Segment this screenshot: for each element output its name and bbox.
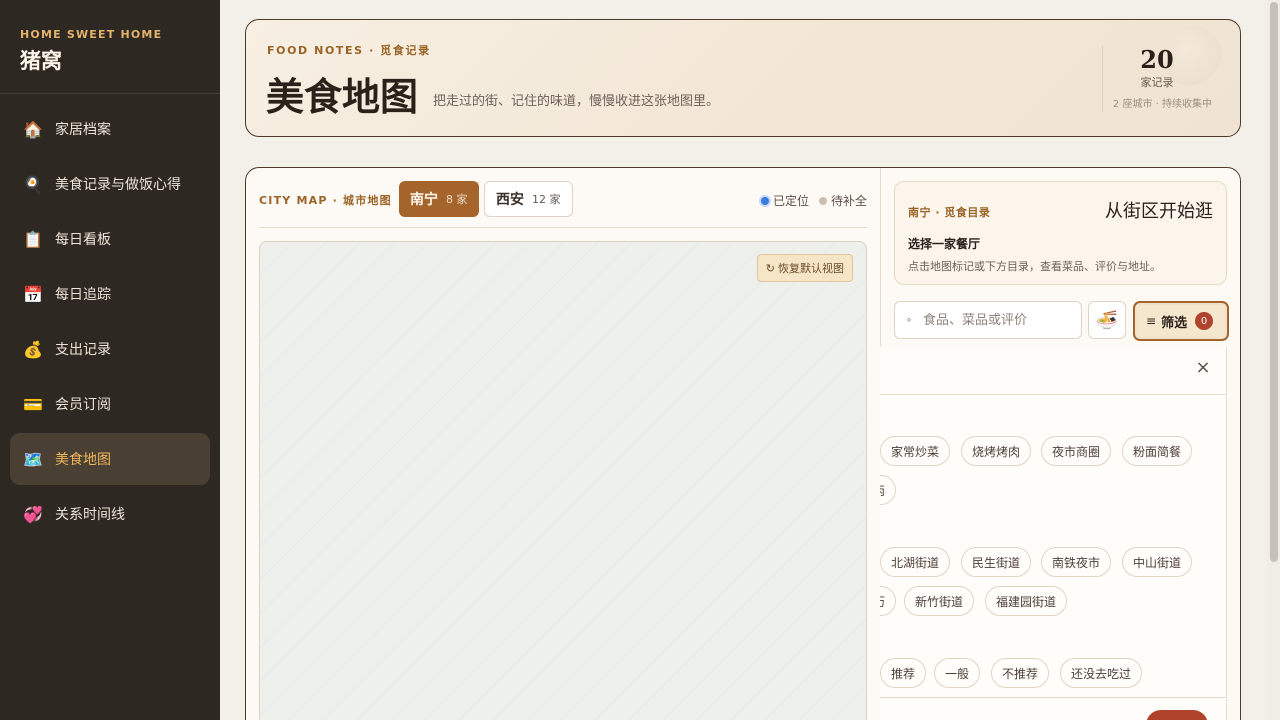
filter-button[interactable]: ≡ 筛选 0: [1133, 301, 1229, 341]
apply-filter-button[interactable]: [1146, 710, 1208, 720]
sidebar-item-subscriptions[interactable]: 💳 会员订阅: [10, 378, 210, 430]
city-name: 西安: [496, 192, 524, 208]
chip-cuisine[interactable]: 家常炒菜: [880, 436, 951, 466]
filter-icon: ≡: [1146, 314, 1157, 328]
credit-card-icon: 💳: [23, 394, 43, 414]
noodle-button[interactable]: 🍜: [1088, 301, 1126, 339]
chip-cuisine[interactable]: 夜市商圈: [1041, 436, 1112, 466]
chip-district[interactable]: 历: [880, 586, 897, 616]
page-header: FOOD NOTES · 觅食记录 美食地图 把走过的街、记住的味道，慢慢收进这…: [245, 19, 1241, 137]
city-name: 南宁: [410, 192, 438, 208]
close-icon[interactable]: ×: [1194, 359, 1212, 377]
map-kicker: CITY MAP · 城市地图: [259, 194, 392, 207]
map-panel: CITY MAP · 城市地图 南宁 8 家 西安 12 家 已定位 待补全 ↻…: [245, 167, 1241, 720]
search-icon: ∘: [905, 314, 913, 326]
sidebar-item-label: 每日追踪: [55, 287, 111, 303]
noodle-bowl-icon: 🍜: [1095, 309, 1119, 331]
filter-drawer-header: ×: [880, 347, 1226, 395]
sidebar-item-relationship-timeline[interactable]: 💞 关系时间线: [10, 488, 210, 540]
sidebar-item-daily-tracking[interactable]: 📅 每日追踪: [10, 268, 210, 320]
map-legend: 已定位 待补全: [760, 192, 867, 209]
chip-cuisine[interactable]: 烧烤烤肉: [961, 436, 1032, 466]
chip-cuisine[interactable]: 粉面简餐: [1122, 436, 1193, 466]
brand-title: 猪窝: [20, 49, 62, 73]
chip-district[interactable]: 北湖街道: [880, 547, 951, 577]
catalog-title: 从街区开始逛: [1105, 201, 1213, 222]
sidebar-item-food-map[interactable]: 🗺️ 美食地图: [10, 433, 210, 485]
clipboard-icon: 📋: [23, 229, 43, 249]
map-pane: CITY MAP · 城市地图 南宁 8 家 西安 12 家 已定位 待补全 ↻…: [246, 168, 880, 720]
sidebar-item-label: 家居档案: [55, 122, 111, 138]
tab-nanning[interactable]: 南宁 8 家: [399, 181, 479, 217]
filter-label: 筛选: [1161, 315, 1188, 331]
located-dot-icon: [760, 196, 769, 205]
chip-rating[interactable]: 一般: [934, 658, 981, 688]
brand-kicker: HOME SWEET HOME: [20, 28, 163, 41]
catalog-kicker: 南宁 · 觅食目录: [908, 206, 991, 219]
hearts-icon: 💞: [23, 504, 43, 524]
record-stat: 20 家记录: [1102, 46, 1212, 90]
legend-located: 已定位: [772, 194, 809, 208]
chip-district[interactable]: 民生街道: [961, 547, 1032, 577]
sidebar-nav: 🏠 家居档案 🍳 美食记录与做饭心得 📋 每日看板 📅 每日追踪 💰 支出记录 …: [0, 94, 220, 540]
chip-rating[interactable]: 推荐: [880, 658, 927, 688]
reset-view-label: 恢复默认视图: [778, 262, 844, 275]
chip-district[interactable]: 南铁夜市: [1041, 547, 1112, 577]
header-kicker: FOOD NOTES · 觅食记录: [267, 44, 431, 57]
page-title: 美食地图: [266, 74, 419, 119]
chip-rating[interactable]: 还没去吃过: [1060, 658, 1143, 688]
city-count: 12 家: [532, 193, 561, 206]
sidebar-item-home-profile[interactable]: 🏠 家居档案: [10, 103, 210, 155]
record-count: 20: [1140, 45, 1174, 74]
chip-district[interactable]: 中山街道: [1122, 547, 1193, 577]
sidebar-item-label: 关系时间线: [55, 507, 125, 523]
filter-count-badge: 0: [1195, 312, 1214, 330]
brand: HOME SWEET HOME 猪窝: [0, 0, 220, 94]
sidebar-item-label: 美食记录与做饭心得: [55, 177, 181, 193]
sidebar-item-label: 每日看板: [55, 232, 111, 248]
calendar-icon: 📅: [23, 284, 43, 304]
map-icon: 🗺️: [23, 449, 43, 469]
catalog-description: 点击地图标记或下方目录，查看菜品、评价与地址。: [908, 260, 1161, 273]
search-input[interactable]: [923, 312, 1073, 328]
chip-district[interactable]: 福建园街道: [985, 586, 1068, 616]
reset-view-button[interactable]: ↻ 恢复默认视图: [756, 254, 853, 282]
sidebar-item-expenses[interactable]: 💰 支出记录: [10, 323, 210, 375]
tab-xian[interactable]: 西安 12 家: [484, 181, 573, 217]
sidebar-item-label: 会员订阅: [55, 397, 111, 413]
chip-rating[interactable]: 不推荐: [991, 658, 1050, 688]
sidebar-item-label: 美食地图: [55, 452, 111, 468]
pending-dot-icon: [818, 196, 827, 205]
sidebar: HOME SWEET HOME 猪窝 🏠 家居档案 🍳 美食记录与做饭心得 📋 …: [0, 0, 220, 720]
sidebar-item-daily-board[interactable]: 📋 每日看板: [10, 213, 210, 265]
frying-pan-icon: 🍳: [23, 174, 43, 194]
chip-district[interactable]: 新竹街道: [904, 586, 975, 616]
city-count: 8 家: [446, 193, 468, 206]
legend-pending: 待补全: [830, 194, 867, 208]
page-subtitle: 把走过的街、记住的味道，慢慢收进这张地图里。: [433, 94, 720, 109]
catalog-heading: 选择一家餐厅: [908, 237, 981, 251]
map-canvas[interactable]: ↻ 恢复默认视图: [259, 241, 867, 720]
house-icon: 🏠: [23, 119, 43, 139]
catalog-info-card: 南宁 · 觅食目录 从街区开始逛 选择一家餐厅 点击地图标记或下方目录，查看菜品…: [894, 181, 1227, 285]
search-field[interactable]: ∘: [894, 301, 1082, 339]
scrollbar-thumb[interactable]: [1270, 2, 1278, 562]
record-note: 2 座城市 · 持续收集中: [1112, 99, 1212, 110]
page-scrollbar[interactable]: [1268, 0, 1280, 720]
sidebar-item-label: 支出记录: [55, 342, 111, 358]
money-bag-icon: 💰: [23, 339, 43, 359]
drawer-footer-divider: [880, 697, 1226, 698]
sidebar-item-food-notes[interactable]: 🍳 美食记录与做饭心得: [10, 158, 210, 210]
chip-cuisine[interactable]: 丙: [880, 475, 897, 505]
map-divider: [259, 227, 867, 228]
record-count-label: 家记录: [1140, 76, 1174, 89]
filter-drawer: × 家常炒菜 烧烤烤肉 夜市商圈 粉面简餐 丙 北湖街道 民生街道 南铁夜市 中…: [880, 347, 1227, 720]
reset-icon: ↻: [765, 261, 775, 275]
